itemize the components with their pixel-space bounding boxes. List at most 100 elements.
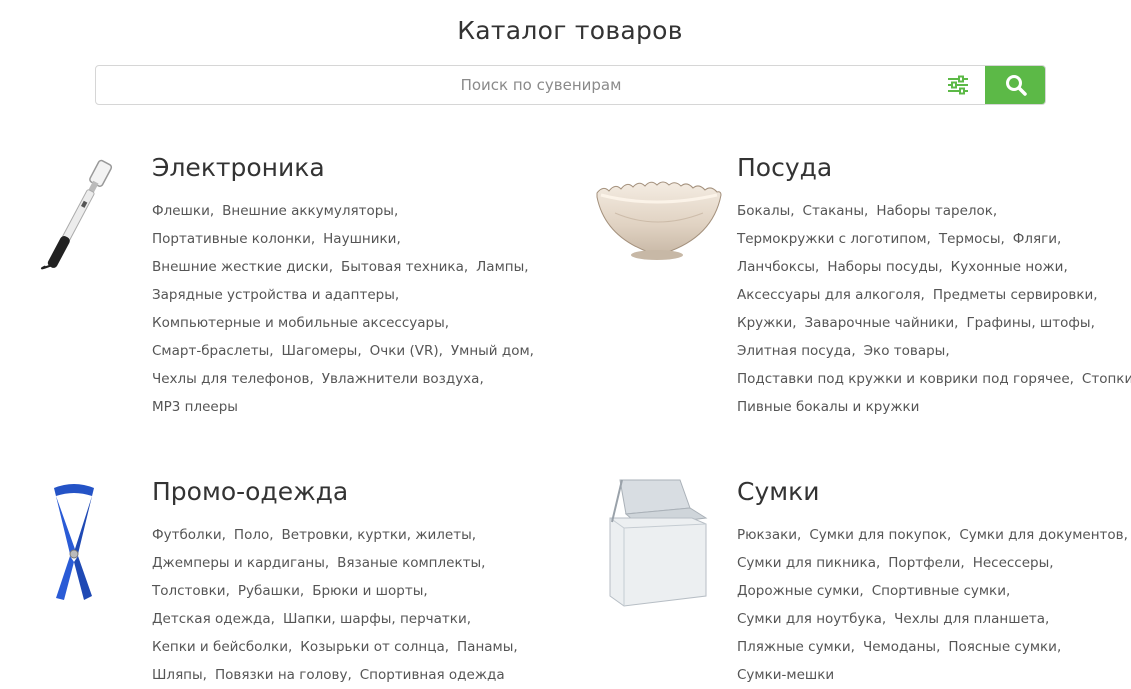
subcategory-link[interactable]: Дорожные сумки (737, 583, 859, 599)
subcategory-link[interactable]: Повязки на голову (215, 667, 347, 683)
subcategory-link[interactable]: Пивные бокалы и кружки (737, 399, 919, 415)
separator: , (529, 343, 534, 359)
subcategory-link[interactable]: Бокалы (737, 203, 790, 219)
subcategory-link[interactable]: Термосы (939, 231, 1001, 247)
subcategory-link[interactable]: Эко товары (864, 343, 946, 359)
subcategory-link[interactable]: Внешние аккумуляторы (222, 203, 394, 219)
subcategory-link[interactable]: Несессеры (973, 555, 1050, 571)
subcategory-link[interactable]: Сумки для покупок (809, 527, 947, 543)
separator: , (209, 203, 215, 219)
link-line: Кружки, Заварочные чайники, Графины, штофы… (737, 309, 1131, 337)
lanyard-image[interactable] (48, 482, 100, 604)
subcategory-link[interactable]: Умный дом (451, 343, 530, 359)
subcategory-link[interactable]: Сумки для ноутбука (737, 611, 882, 627)
subcategory-link[interactable]: Кепки и бейсболки (152, 639, 288, 655)
subcategory-link[interactable]: Пляжные сумки (737, 639, 851, 655)
category-title-bags[interactable]: Сумки (737, 477, 819, 506)
cooler-bag-image[interactable] (606, 478, 714, 610)
category-title-promo-clothing[interactable]: Промо-одежда (152, 477, 348, 506)
search-button[interactable] (985, 66, 1045, 104)
subcategory-link[interactable]: Кухонные ножи (951, 259, 1064, 275)
subcategory-link[interactable]: Чехлы для телефонов (152, 371, 309, 387)
subcategory-link[interactable]: Предметы сервировки (933, 287, 1093, 303)
separator: , (936, 639, 941, 655)
separator: , (881, 611, 887, 627)
subcategory-link[interactable]: Поло (234, 527, 269, 543)
subcategory-link[interactable]: Стаканы (803, 203, 864, 219)
subcategory-link[interactable]: Чехлы для планшета (894, 611, 1045, 627)
subcategory-link[interactable]: Толстовки (152, 583, 226, 599)
subcategory-link[interactable]: Брюки и шорты (312, 583, 423, 599)
subcategory-link[interactable]: Шляпы (152, 667, 203, 683)
subcategory-link[interactable]: Спортивные сумки (872, 583, 1006, 599)
subcategory-link[interactable]: Лампы (476, 259, 524, 275)
subcategory-link[interactable]: Шапки, шарфы, перчатки (283, 611, 467, 627)
subcategory-link[interactable]: Рубашки (238, 583, 300, 599)
separator: , (938, 259, 943, 275)
subcategory-link[interactable]: Спортивная одежда (360, 667, 505, 683)
subcategory-link[interactable]: Кружки (737, 315, 792, 331)
separator: , (270, 611, 275, 627)
subcategory-link[interactable]: Панамы (457, 639, 513, 655)
search-input[interactable] (96, 66, 986, 104)
separator: , (357, 343, 362, 359)
subcategory-link[interactable]: Шагомеры (282, 343, 358, 359)
subcategory-link[interactable]: Портативные колонки (152, 231, 311, 247)
link-line: Аксессуары для алкоголя, Предметы сервиро… (737, 281, 1131, 309)
subcategory-link[interactable]: Портфели (888, 555, 960, 571)
subcategory-link[interactable]: Рюкзаки (737, 527, 797, 543)
separator: , (1045, 611, 1050, 627)
category-title-electronics[interactable]: Электроника (152, 153, 325, 182)
subcategory-link[interactable]: Козырьки от солнца (300, 639, 444, 655)
subcategory-link[interactable]: Сумки для пикника (737, 555, 876, 571)
subcategory-link[interactable]: Термокружки с логотипом (737, 231, 927, 247)
subcategory-link[interactable]: Зарядные устройства и адаптеры (152, 287, 395, 303)
subcategory-link[interactable]: Подставки под кружки и коврики под горяч… (737, 371, 1070, 387)
category-title-tableware[interactable]: Посуда (737, 153, 832, 182)
subcategory-link[interactable]: Ланчбоксы (737, 259, 815, 275)
subcategory-link[interactable]: Графины, штофы (966, 315, 1090, 331)
subcategory-link[interactable]: Ветровки, куртки, жилеты (282, 527, 472, 543)
sliders-icon[interactable] (946, 74, 970, 96)
separator: , (269, 527, 274, 543)
subcategory-link[interactable]: Наборы посуды (827, 259, 938, 275)
subcategory-link[interactable]: Внешние жесткие диски (152, 259, 329, 275)
subcategory-link[interactable]: Вязаные комплекты (337, 555, 481, 571)
link-line: Сумки для ноутбука, Чехлы для планшета, (737, 605, 1131, 633)
subcategory-link[interactable]: Стопки (1082, 371, 1131, 387)
subcategory-link[interactable]: Детская одежда (152, 611, 271, 627)
selfie-stick-image[interactable] (18, 158, 133, 278)
subcategory-link[interactable]: Флешки (152, 203, 210, 219)
subcategory-link[interactable]: Наборы тарелок (876, 203, 993, 219)
link-line: Термокружки с логотипом, Термосы, Фляги, (737, 225, 1131, 253)
subcategory-link[interactable]: Очки (VR) (370, 343, 439, 359)
subcategory-link[interactable]: MP3 плееры (152, 399, 238, 415)
subcategory-link[interactable]: Футболки (152, 527, 222, 543)
subcategory-link[interactable]: Увлажнители воздуха (322, 371, 480, 387)
separator: , (396, 231, 401, 247)
separator: , (790, 203, 795, 219)
subcategory-link[interactable]: Сумки-мешки (737, 667, 834, 683)
subcategory-link[interactable]: Заварочные чайники (805, 315, 955, 331)
subcategory-link[interactable]: Джемперы и кардиганы (152, 555, 325, 571)
subcategory-link[interactable]: Аксессуары для алкоголя (737, 287, 921, 303)
subcategory-link[interactable]: Наушники (323, 231, 396, 247)
separator: , (1000, 231, 1005, 247)
separator: , (960, 555, 965, 571)
glass-bowl-image[interactable] (595, 175, 723, 265)
subcategory-link[interactable]: Фляги (1013, 231, 1057, 247)
separator: , (299, 583, 305, 599)
link-line: Кепки и бейсболки, Козырьки от солнца, Пан… (152, 633, 572, 661)
subcategory-link[interactable]: Чемоданы (863, 639, 936, 655)
subcategory-link[interactable]: Элитная посуда (737, 343, 851, 359)
subcategory-link[interactable]: Компьютерные и мобильные аксессуары (152, 315, 445, 331)
separator: , (444, 315, 450, 331)
link-line: Бокалы, Стаканы, Наборы тарелок, (737, 197, 1131, 225)
subcategory-link[interactable]: Бытовая техника (341, 259, 464, 275)
separator: , (815, 259, 820, 275)
subcategory-link[interactable]: Смарт-браслеты (152, 343, 269, 359)
subcategory-link[interactable]: Сумки для документов (959, 527, 1123, 543)
link-line: Футболки, Поло, Ветровки, куртки, жилеты, (152, 521, 572, 549)
subcategory-link[interactable]: Поясные сумки (948, 639, 1057, 655)
separator: , (920, 287, 925, 303)
